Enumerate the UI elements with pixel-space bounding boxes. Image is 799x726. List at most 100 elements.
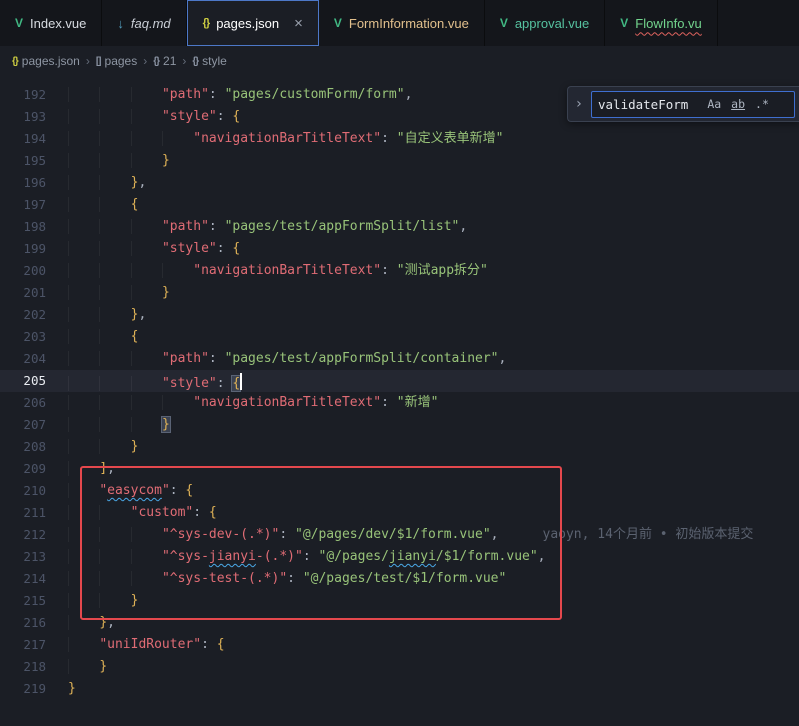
indent-guide <box>99 351 130 366</box>
code-token: { <box>185 483 193 498</box>
code-line-215[interactable]: 215 } <box>0 590 799 612</box>
code-line-206[interactable]: 206 "navigationBarTitleText": "新增" <box>0 392 799 414</box>
tab-index-vue[interactable]: VIndex.vue <box>0 0 102 46</box>
code-token: "自定义表单新增" <box>397 131 504 146</box>
indent-guide <box>99 527 130 542</box>
code-line-209[interactable]: 209 ], <box>0 458 799 480</box>
toggle-replace-icon[interactable]: › <box>572 96 586 112</box>
indent-guide <box>99 549 130 564</box>
breadcrumb-item-style[interactable]: {}style <box>192 54 226 68</box>
indent-guide <box>99 395 130 410</box>
code-line-207[interactable]: 207 } <box>0 414 799 436</box>
code-line-216[interactable]: 216 }, <box>0 612 799 634</box>
regex-icon[interactable]: .* <box>752 95 772 113</box>
code-line-208[interactable]: 208 } <box>0 436 799 458</box>
code-line-200[interactable]: 200 "navigationBarTitleText": "测试app拆分" <box>0 260 799 282</box>
code-token: "@/pages/test/$1/form.vue" <box>303 571 507 586</box>
line-number: 201 <box>0 282 46 304</box>
tab-approval-vue[interactable]: Vapproval.vue <box>485 0 605 46</box>
code-line-204[interactable]: 204 "path": "pages/test/appFormSplit/con… <box>0 348 799 370</box>
tab-forminformation-vue[interactable]: VFormInformation.vue <box>319 0 485 46</box>
code-token: "^sys-dev-(.*)" <box>162 527 279 542</box>
line-code: "^sys-dev-(.*)": "@/pages/dev/$1/form.vu… <box>68 524 753 546</box>
indent-guide <box>99 153 130 168</box>
breadcrumb-item-pages[interactable]: []pages <box>96 54 137 68</box>
line-code: "path": "pages/customForm/form", <box>68 84 412 106</box>
code-line-218[interactable]: 218 } <box>0 656 799 678</box>
line-number: 207 <box>0 414 46 436</box>
code-token: , <box>499 351 507 366</box>
line-number: 215 <box>0 590 46 612</box>
indent-guide <box>99 109 130 124</box>
breadcrumb-label: pages.json <box>22 54 80 68</box>
line-code: "style": { <box>68 238 240 260</box>
indent-guide <box>68 285 99 300</box>
code-line-199[interactable]: 199 "style": { <box>0 238 799 260</box>
code-line-214[interactable]: 214 "^sys-test-(.*)": "@/pages/test/$1/f… <box>0 568 799 590</box>
whole-word-icon[interactable]: ab <box>728 95 748 113</box>
code-token: "path" <box>162 351 209 366</box>
vue-icon: V <box>500 17 508 29</box>
indent-guide <box>68 417 99 432</box>
tab-faq-md[interactable]: ↓faq.md <box>102 0 186 46</box>
match-case-icon[interactable]: Aa <box>704 95 724 113</box>
line-number: 209 <box>0 458 46 480</box>
line-code: } <box>68 282 170 304</box>
code-token: : <box>381 395 397 410</box>
code-line-195[interactable]: 195 } <box>0 150 799 172</box>
code-token: "测试app拆分" <box>397 263 488 278</box>
breadcrumb-item-pages-json[interactable]: {}pages.json <box>12 54 80 68</box>
indent-guide <box>131 241 162 256</box>
breadcrumb-item-21[interactable]: {}21 <box>153 54 176 68</box>
indent-guide <box>99 571 130 586</box>
breadcrumb: {}pages.json›[]pages›{}21›{}style <box>0 46 799 76</box>
indent-guide <box>131 263 162 278</box>
line-code: } <box>68 590 138 612</box>
code-token: , <box>107 461 115 476</box>
code-line-196[interactable]: 196 }, <box>0 172 799 194</box>
indent-guide <box>68 615 99 630</box>
indent-guide <box>68 439 99 454</box>
code-token: "pages/test/appFormSplit/list" <box>225 219 460 234</box>
code-line-219[interactable]: 219} <box>0 678 799 700</box>
line-code: "path": "pages/test/appFormSplit/list", <box>68 216 467 238</box>
code-line-211[interactable]: 211 "custom": { <box>0 502 799 524</box>
indent-guide <box>68 329 99 344</box>
code-token: } <box>131 593 139 608</box>
code-line-212[interactable]: 212 "^sys-dev-(.*)": "@/pages/dev/$1/for… <box>0 524 799 546</box>
indent-guide <box>131 153 162 168</box>
find-widget: › validateForm Aa ab .* <box>567 86 799 122</box>
indent-guide <box>68 87 99 102</box>
tab-label: faq.md <box>131 16 171 31</box>
code-line-203[interactable]: 203 { <box>0 326 799 348</box>
code-token: , <box>138 175 146 190</box>
line-code: "path": "pages/test/appFormSplit/contain… <box>68 348 506 370</box>
code-token: "pages/test/appFormSplit/container" <box>225 351 499 366</box>
code-line-205[interactable]: 205 "style": { <box>0 370 799 392</box>
code-token: : <box>279 527 295 542</box>
indent-guide <box>99 175 130 190</box>
line-code: "navigationBarTitleText": "测试app拆分" <box>68 260 488 282</box>
code-line-213[interactable]: 213 "^sys-jianyi-(.*)": "@/pages/jianyi/… <box>0 546 799 568</box>
text-cursor <box>240 373 242 390</box>
code-line-194[interactable]: 194 "navigationBarTitleText": "自定义表单新增" <box>0 128 799 150</box>
code-line-201[interactable]: 201 } <box>0 282 799 304</box>
find-input[interactable]: validateForm Aa ab .* <box>591 91 795 118</box>
code-token: : <box>209 219 225 234</box>
code-line-217[interactable]: 217 "uniIdRouter": { <box>0 634 799 656</box>
code-line-210[interactable]: 210 "easycom": { <box>0 480 799 502</box>
tab-flowinfo-vu[interactable]: VFlowInfo.vu <box>605 0 718 46</box>
indent-guide <box>68 593 99 608</box>
tab-pages-json[interactable]: {}pages.json× <box>187 0 319 46</box>
code-line-197[interactable]: 197 { <box>0 194 799 216</box>
line-code: "custom": { <box>68 502 217 524</box>
code-area: › validateForm Aa ab .* 192 "path": "pag… <box>0 76 799 726</box>
breadcrumb-separator: › <box>182 54 186 68</box>
indent-guide <box>99 593 130 608</box>
code-line-202[interactable]: 202 }, <box>0 304 799 326</box>
close-icon[interactable]: × <box>294 16 303 31</box>
line-code: }, <box>68 612 115 634</box>
code-line-198[interactable]: 198 "path": "pages/test/appFormSplit/lis… <box>0 216 799 238</box>
indent-guide <box>99 285 130 300</box>
indent-guide <box>131 417 162 432</box>
